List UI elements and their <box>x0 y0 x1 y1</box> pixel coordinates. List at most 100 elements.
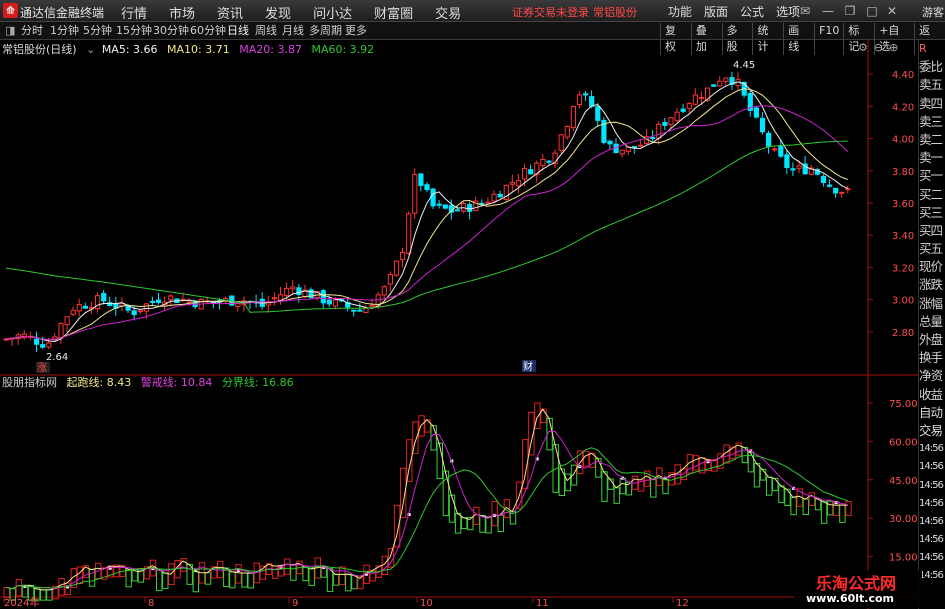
period-more[interactable]: 更多 <box>342 23 370 39</box>
stock-chart[interactable]: 4.40 4.20 4.00 3.80 3.60 3.40 3.20 3.00 2.80 75.0… <box>0 40 918 609</box>
period-multi[interactable]: 多周期 <box>306 23 345 39</box>
sidebar-toggle-icon[interactable]: ◨ <box>2 23 18 39</box>
login-notice[interactable]: 证券交易未登录 常铝股份 <box>512 4 637 20</box>
close-icon[interactable]: ✕ <box>884 3 900 19</box>
boundary-line-label: 分界线: 16.86 <box>221 376 294 389</box>
side-item-buy2: 买二 <box>919 186 943 202</box>
indicator-bar <box>326 568 334 592</box>
side-item-earnings: 收益 <box>919 386 943 402</box>
candle-body <box>845 188 851 191</box>
period-daily[interactable]: 日线 <box>224 23 252 39</box>
stock-label[interactable]: 常铝股份(日线) <box>2 43 77 56</box>
legend-dropdown-icon[interactable]: ⌄ <box>86 43 95 56</box>
low-price-marker: 2.64 <box>46 352 68 363</box>
period-tick[interactable]: 分时 <box>18 23 46 39</box>
start-line-label: 起跑线: 8.43 <box>66 376 132 389</box>
candle-body <box>698 96 705 99</box>
title-bar: ⟰ 通达信金融终端 行情 市场 资讯 发现 问小达 财富圈 交易 证券交易未登录… <box>0 0 945 22</box>
menu-item-trade[interactable]: 交易 <box>424 3 472 22</box>
period-1min[interactable]: 1分钟 <box>47 23 82 39</box>
ma5-label: MA5: 3.66 <box>101 43 158 56</box>
indicator-bar <box>619 477 626 495</box>
indicator-bar <box>15 579 23 597</box>
indicator-bar <box>692 455 700 471</box>
login-status[interactable]: 证券交易未登录 <box>512 6 589 19</box>
indicator-bar <box>290 564 297 581</box>
menu-item-ask[interactable]: 问小达 <box>302 3 363 22</box>
period-weekly[interactable]: 周线 <box>252 23 280 39</box>
candle-body <box>674 111 680 121</box>
candle-body <box>369 304 375 308</box>
side-item-buy3: 买三 <box>919 204 943 220</box>
ma10-label: MA10: 3.71 <box>167 43 230 56</box>
indicator-bar <box>583 451 590 467</box>
candle-body <box>70 309 76 315</box>
indicator-bar <box>802 498 809 516</box>
y-tick-label: 45.00 <box>889 476 918 487</box>
candle-body <box>820 175 827 184</box>
candle-body <box>723 77 729 82</box>
settings-icon[interactable]: ⚙ <box>858 41 868 54</box>
side-item-sell5: 卖五 <box>919 77 943 93</box>
candle-body <box>619 149 625 155</box>
menu-item-function[interactable]: 功能 <box>662 3 698 20</box>
guest-label[interactable]: 游客 <box>922 4 944 20</box>
candle-body <box>58 323 64 339</box>
menu-item-quotes[interactable]: 行情 <box>110 3 158 22</box>
period-15min[interactable]: 15分钟 <box>113 23 155 39</box>
side-item-trade[interactable]: 交易 <box>919 422 945 440</box>
candle-body <box>125 305 131 311</box>
warning-line-label: 警戒线: 10.84 <box>140 376 213 389</box>
candle-body <box>101 292 107 302</box>
indicator-bar <box>76 566 84 585</box>
candle-body <box>387 274 393 285</box>
candle-body <box>570 106 576 129</box>
tick-time: 14:56 <box>919 515 944 527</box>
side-item-auto[interactable]: 自动 <box>919 404 945 422</box>
period-30min[interactable]: 30分钟 <box>150 23 192 39</box>
zoom-out-icon[interactable]: ⊖ <box>874 41 883 54</box>
candle-body <box>412 174 418 214</box>
indicator-bar <box>491 501 498 527</box>
y-tick-label: 3.80 <box>892 167 914 178</box>
period-monthly[interactable]: 月线 <box>279 23 307 39</box>
mail-icon[interactable]: ✉ <box>797 3 813 19</box>
candle-body <box>168 295 174 301</box>
candle-body <box>326 299 332 305</box>
tick-time: 14:56 <box>919 534 944 546</box>
panel-controls: ⚙ ⊖ ⊕ <box>858 41 904 54</box>
quote-side-panel: R 委比 卖五 卖四 卖三 卖二 卖一 买一 买二 买三 买四 买五 现价 涨跌… <box>918 40 945 609</box>
menu-item-formula[interactable]: 公式 <box>734 3 770 20</box>
limit-up-marker: 涨 <box>37 362 47 374</box>
minimize-icon[interactable]: — <box>820 3 836 19</box>
candle-body <box>76 304 82 312</box>
candle-body <box>497 193 503 198</box>
side-r-tab[interactable]: R <box>919 40 945 58</box>
menu-item-discover[interactable]: 发现 <box>254 3 302 22</box>
indicator-name[interactable]: 股朋指标网 <box>2 376 57 389</box>
indicator-bar <box>46 589 53 601</box>
menu-item-news[interactable]: 资讯 <box>206 3 254 22</box>
maximize-icon[interactable]: □ <box>864 3 880 19</box>
menu-item-layout[interactable]: 版面 <box>698 3 734 20</box>
indicator-bar <box>497 514 505 532</box>
candle-body <box>595 106 601 121</box>
candle-body <box>143 303 150 312</box>
indicator-bar <box>485 516 492 534</box>
candle-body <box>467 204 473 212</box>
candle-body <box>528 169 534 175</box>
menu-item-market[interactable]: 市场 <box>158 3 206 22</box>
period-5min[interactable]: 5分钟 <box>80 23 115 39</box>
menu-item-wealth[interactable]: 财富圈 <box>363 3 424 22</box>
finance-marker[interactable]: 财 <box>523 360 533 373</box>
indicator-bar <box>570 464 578 486</box>
zoom-in-icon[interactable]: ⊕ <box>889 41 898 54</box>
indicator-bar <box>820 501 828 524</box>
candle-body <box>40 344 46 348</box>
candle-body <box>400 251 406 261</box>
restore-icon[interactable]: ❐ <box>842 3 858 19</box>
period-60min[interactable]: 60分钟 <box>187 23 229 39</box>
side-item-volume: 总量 <box>919 313 943 329</box>
candle-body <box>509 182 515 185</box>
candle-body <box>271 297 278 300</box>
